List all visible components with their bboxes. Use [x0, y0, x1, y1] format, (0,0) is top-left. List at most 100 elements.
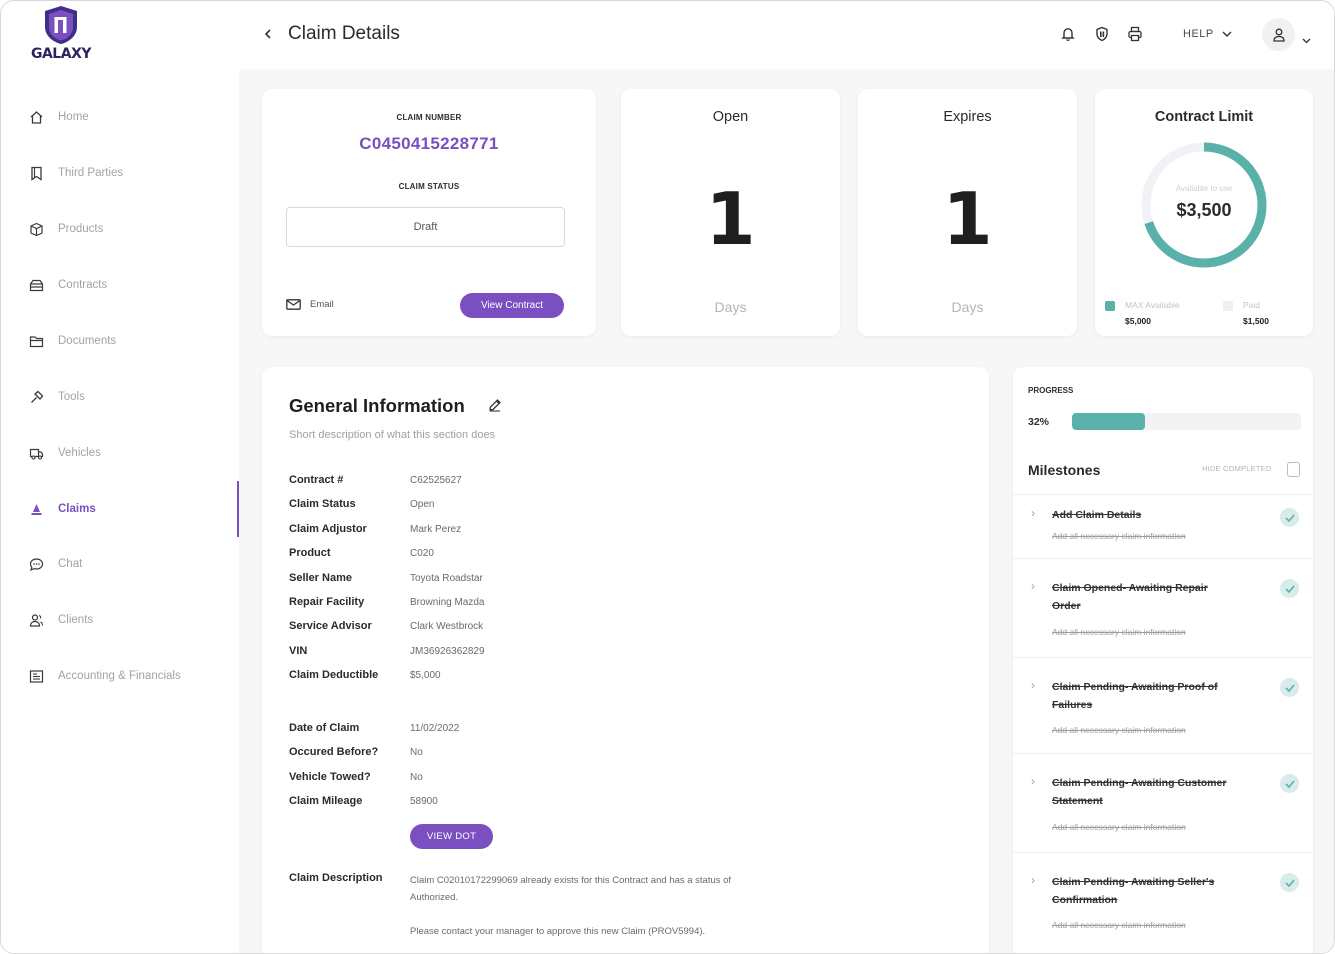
view-contract-button[interactable]: View Contract	[460, 293, 564, 318]
legend-max-available: MAX Available $5,000	[1105, 300, 1180, 326]
field-value: Mark Perez	[410, 523, 462, 535]
milestone-item[interactable]: › Add Claim Details Add all necessary cl…	[1013, 494, 1313, 556]
field-value: C62525627	[410, 475, 462, 486]
field-value: $5,000	[410, 670, 441, 682]
sidebar-item-vehicles[interactable]: Vehicles	[1, 435, 239, 471]
sidebar-item-third-parties[interactable]: Third Parties	[1, 155, 239, 191]
legend-value: $5,000	[1125, 316, 1151, 326]
logo[interactable]: GALAXY	[25, 5, 97, 65]
sidebar: GALAXY Home Third Parties Products Contr…	[1, 1, 239, 953]
help-label: HELP	[1183, 28, 1214, 40]
progress-label: PROGRESS	[1028, 386, 1074, 395]
app-window: GALAXY Home Third Parties Products Contr…	[0, 0, 1335, 954]
sidebar-item-documents[interactable]: Documents	[1, 323, 239, 359]
expires-days-card: Expires 1 Days	[858, 89, 1077, 336]
donut-center-value: $3,500	[1176, 200, 1232, 220]
sidebar-item-products[interactable]: Products	[1, 211, 239, 247]
sidebar-item-label: Claims	[58, 503, 96, 515]
sidebar-item-chat[interactable]: Chat	[1, 546, 239, 582]
expires-days-unit: Days	[951, 299, 984, 315]
field-label: Claim Adjustor	[289, 522, 367, 535]
chevron-right-icon: ›	[1031, 678, 1035, 692]
general-information-title: General Information	[289, 395, 465, 416]
chevron-right-icon: ›	[1031, 873, 1035, 887]
check-icon	[1280, 873, 1299, 892]
sidebar-item-accounting[interactable]: Accounting & Financials	[1, 658, 239, 694]
open-title: Open	[712, 109, 749, 125]
field-label: VIN	[289, 644, 308, 657]
help-menu[interactable]: HELP	[1183, 28, 1232, 40]
bookmark-icon	[29, 166, 44, 181]
sidebar-item-label: Accounting & Financials	[58, 670, 181, 682]
milestone-item[interactable]: › Claim Pending- Awaiting Proof of Failu…	[1013, 657, 1313, 752]
milestone-item[interactable]: › Claim Pending- Awaiting Customer State…	[1013, 753, 1313, 850]
tools-icon	[29, 390, 44, 405]
shield-icon[interactable]	[1093, 25, 1111, 43]
sidebar-item-tools[interactable]: Tools	[1, 379, 239, 415]
expires-days-value: 1	[942, 177, 993, 261]
sidebar-item-label: Documents	[58, 335, 117, 347]
page-title: Claim Details	[288, 23, 400, 44]
email-label: Email	[310, 299, 334, 310]
field-label: Date of Claim	[289, 722, 360, 734]
general-information-subtitle: Short description of what this section d…	[289, 429, 496, 441]
header: Claim Details HELP	[239, 1, 1334, 69]
check-icon	[1280, 508, 1299, 527]
user-icon	[1272, 28, 1285, 42]
back-arrow-icon[interactable]	[261, 25, 275, 43]
ledger-icon	[29, 669, 44, 684]
milestone-subtitle: Add all necessary claim information	[1052, 822, 1186, 832]
chevron-right-icon: ›	[1031, 579, 1035, 593]
open-days-card: Open 1 Days	[621, 89, 840, 336]
field-label: Seller Name	[289, 571, 352, 584]
truck-icon	[29, 446, 44, 461]
progress-percent: 32%	[1028, 416, 1050, 428]
sidebar-item-label: Products	[58, 223, 104, 235]
field-label: Contract #	[289, 474, 344, 486]
sidebar-item-label: Chat	[58, 558, 83, 570]
sidebar-item-label: Clients	[58, 614, 94, 626]
sidebar-item-clients[interactable]: Clients	[1, 602, 239, 638]
bell-icon[interactable]	[1059, 25, 1077, 43]
printer-icon[interactable]	[1126, 25, 1144, 43]
chevron-down-icon[interactable]	[1302, 31, 1311, 49]
field-value: JM36926362829	[410, 645, 485, 657]
legend-swatch	[1223, 301, 1233, 311]
legend-label: Paid	[1243, 300, 1261, 310]
chat-icon	[29, 557, 44, 572]
sidebar-item-home[interactable]: Home	[1, 99, 239, 135]
envelope-icon	[286, 299, 301, 310]
avatar[interactable]	[1262, 18, 1295, 51]
check-icon	[1280, 579, 1299, 598]
sidebar-item-contracts[interactable]: Contracts	[1, 267, 239, 303]
field-label: Service Advisor	[289, 620, 372, 633]
legend-swatch	[1105, 301, 1115, 311]
milestone-name: Claim Opened- Awaiting Repair Order	[1052, 582, 1208, 612]
milestone-name: Claim Pending- Awaiting Proof of Failure…	[1052, 681, 1218, 711]
milestone-subtitle: Add all necessary claim information	[1052, 627, 1186, 637]
open-days-unit: Days	[714, 299, 747, 315]
claim-status-field[interactable]: Draft	[286, 207, 565, 247]
chevron-right-icon: ›	[1031, 506, 1035, 520]
edit-icon[interactable]	[488, 398, 502, 417]
milestone-item[interactable]: › Claim Opened- Awaiting Repair Order Ad…	[1013, 558, 1313, 655]
milestone-item[interactable]: › Claim Pending- Awaiting Seller's Confi…	[1013, 852, 1313, 949]
milestones-card: PROGRESS 32% Milestones HIDE COMPLETED ›…	[1013, 367, 1313, 953]
sidebar-item-label: Contracts	[58, 279, 108, 291]
contract-limit-card: Contract Limit Available to use $3,500 M…	[1095, 89, 1313, 336]
claim-description-text: Claim C02010172299069 already exists for…	[410, 875, 732, 903]
field-value: Toyota Roadstar	[410, 572, 483, 584]
field-label: Claim Status	[289, 498, 356, 511]
claim-number-label: CLAIM NUMBER	[396, 113, 462, 122]
view-dot-button[interactable]: VIEW DOT	[410, 824, 493, 849]
sidebar-item-label: Tools	[58, 391, 85, 403]
milestone-subtitle: Add all necessary claim information	[1052, 725, 1186, 735]
claim-status-label: CLAIM STATUS	[398, 182, 460, 191]
email-link[interactable]: Email	[286, 299, 334, 310]
sidebar-item-claims[interactable]: Claims	[1, 491, 239, 527]
brand-name: GALAXY	[30, 46, 92, 62]
legend-label: MAX Available	[1125, 300, 1180, 310]
hide-completed-checkbox[interactable]	[1287, 462, 1300, 477]
box-icon	[29, 222, 44, 237]
expires-title: Expires	[943, 109, 992, 125]
